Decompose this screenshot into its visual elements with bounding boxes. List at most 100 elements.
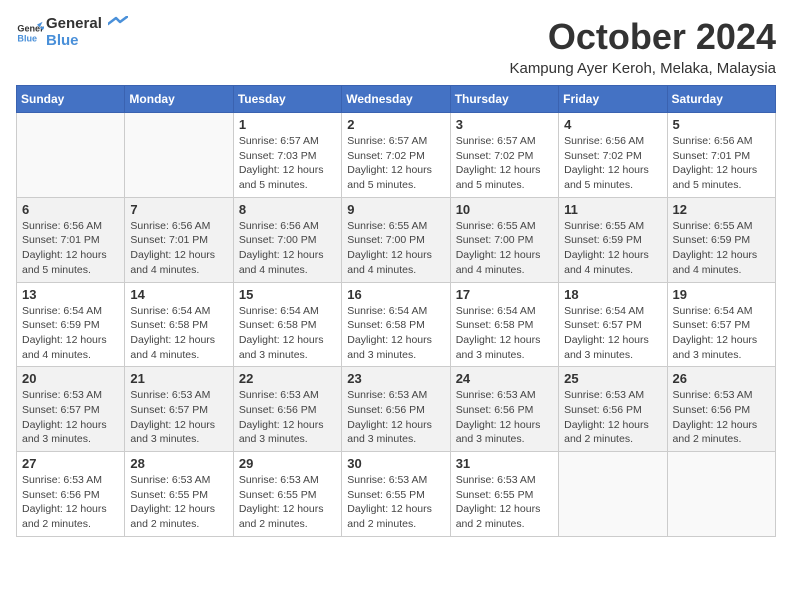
day-info: Sunrise: 6:56 AMSunset: 7:02 PMDaylight:… [564,134,661,193]
calendar-cell [125,113,233,198]
day-number: 23 [347,371,444,386]
day-info: Sunrise: 6:55 AMSunset: 6:59 PMDaylight:… [564,219,661,278]
header-sunday: Sunday [17,86,125,113]
day-info: Sunrise: 6:53 AMSunset: 6:56 PMDaylight:… [347,388,444,447]
day-info: Sunrise: 6:54 AMSunset: 6:59 PMDaylight:… [22,304,119,363]
day-number: 9 [347,202,444,217]
calendar-cell: 19Sunrise: 6:54 AMSunset: 6:57 PMDayligh… [667,282,775,367]
calendar-cell: 23 Sunrise: 6:53 AMSunset: 6:56 PMDayligh… [342,367,450,452]
day-number: 3 [456,117,553,132]
calendar-cell: 30Sunrise: 6:53 AMSunset: 6:55 PMDayligh… [342,452,450,537]
day-info: Sunrise: 6:54 AMSunset: 6:57 PMDaylight:… [564,304,661,363]
calendar-cell: 8 Sunrise: 6:56 AMSunset: 7:00 PMDaylight… [233,197,341,282]
header-row: SundayMondayTuesdayWednesdayThursdayFrid… [17,86,776,113]
day-number: 31 [456,456,553,471]
week-row-1: 6Sunrise: 6:56 AMSunset: 7:01 PMDaylight… [17,197,776,282]
calendar-cell: 5 Sunrise: 6:56 AMSunset: 7:01 PMDaylight… [667,113,775,198]
calendar-cell: 20 Sunrise: 6:53 AMSunset: 6:57 PMDayligh… [17,367,125,452]
logo-bird-icon [108,16,128,32]
day-number: 2 [347,117,444,132]
day-number: 20 [22,371,119,386]
day-number: 25 [564,371,661,386]
day-number: 10 [456,202,553,217]
week-row-4: 27Sunrise: 6:53 AMSunset: 6:56 PMDayligh… [17,452,776,537]
day-info: Sunrise: 6:57 AMSunset: 7:02 PMDaylight:… [347,134,444,193]
day-number: 6 [22,202,119,217]
day-number: 17 [456,287,553,302]
calendar-cell: 24 Sunrise: 6:53 AMSunset: 6:56 PMDayligh… [450,367,558,452]
calendar-cell: 17 Sunrise: 6:54 AMSunset: 6:58 PMDayligh… [450,282,558,367]
day-number: 15 [239,287,336,302]
calendar-cell: 14Sunrise: 6:54 AMSunset: 6:58 PMDayligh… [125,282,233,367]
day-info: Sunrise: 6:55 AMSunset: 6:59 PMDaylight:… [673,219,770,278]
day-info: Sunrise: 6:53 AMSunset: 6:56 PMDaylight:… [456,388,553,447]
calendar-cell: 25 Sunrise: 6:53 AMSunset: 6:56 PMDayligh… [559,367,667,452]
day-number: 5 [673,117,770,132]
day-info: Sunrise: 6:57 AMSunset: 7:03 PMDaylight:… [239,134,336,193]
calendar-cell: 28Sunrise: 6:53 AMSunset: 6:55 PMDayligh… [125,452,233,537]
day-number: 12 [673,202,770,217]
calendar-cell: 4Sunrise: 6:56 AMSunset: 7:02 PMDaylight… [559,113,667,198]
calendar-cell: 11 Sunrise: 6:55 AMSunset: 6:59 PMDayligh… [559,197,667,282]
day-number: 22 [239,371,336,386]
day-info: Sunrise: 6:56 AMSunset: 7:00 PMDaylight:… [239,219,336,278]
day-info: Sunrise: 6:54 AMSunset: 6:58 PMDaylight:… [456,304,553,363]
week-row-0: 1 Sunrise: 6:57 AMSunset: 7:03 PMDaylight… [17,113,776,198]
day-number: 30 [347,456,444,471]
day-info: Sunrise: 6:53 AMSunset: 6:56 PMDaylight:… [239,388,336,447]
day-number: 18 [564,287,661,302]
logo-blue: Blue [46,33,128,50]
week-row-2: 13 Sunrise: 6:54 AMSunset: 6:59 PMDayligh… [17,282,776,367]
day-number: 1 [239,117,336,132]
calendar-cell: 16 Sunrise: 6:54 AMSunset: 6:58 PMDayligh… [342,282,450,367]
header: General Blue General Blue October 2024 K… [16,16,776,77]
calendar-cell: 31 Sunrise: 6:53 AMSunset: 6:55 PMDayligh… [450,452,558,537]
day-number: 13 [22,287,119,302]
calendar-cell: 10 Sunrise: 6:55 AMSunset: 7:00 PMDayligh… [450,197,558,282]
header-wednesday: Wednesday [342,86,450,113]
calendar-table: SundayMondayTuesdayWednesdayThursdayFrid… [16,85,776,537]
day-info: Sunrise: 6:53 AMSunset: 6:57 PMDaylight:… [22,388,119,447]
calendar-cell [667,452,775,537]
logo-general: General [46,16,128,33]
day-info: Sunrise: 6:57 AMSunset: 7:02 PMDaylight:… [456,134,553,193]
day-info: Sunrise: 6:54 AMSunset: 6:58 PMDaylight:… [347,304,444,363]
week-row-3: 20 Sunrise: 6:53 AMSunset: 6:57 PMDayligh… [17,367,776,452]
day-info: Sunrise: 6:54 AMSunset: 6:58 PMDaylight:… [239,304,336,363]
header-saturday: Saturday [667,86,775,113]
header-thursday: Thursday [450,86,558,113]
header-tuesday: Tuesday [233,86,341,113]
calendar-header: SundayMondayTuesdayWednesdayThursdayFrid… [17,86,776,113]
day-info: Sunrise: 6:53 AMSunset: 6:55 PMDaylight:… [239,473,336,532]
day-number: 24 [456,371,553,386]
calendar-body: 1 Sunrise: 6:57 AMSunset: 7:03 PMDaylight… [17,113,776,537]
day-number: 21 [130,371,227,386]
day-number: 28 [130,456,227,471]
day-info: Sunrise: 6:53 AMSunset: 6:56 PMDaylight:… [673,388,770,447]
calendar-cell [17,113,125,198]
day-info: Sunrise: 6:54 AMSunset: 6:57 PMDaylight:… [673,304,770,363]
day-info: Sunrise: 6:53 AMSunset: 6:56 PMDaylight:… [564,388,661,447]
day-info: Sunrise: 6:56 AMSunset: 7:01 PMDaylight:… [673,134,770,193]
calendar-cell [559,452,667,537]
calendar-cell: 2 Sunrise: 6:57 AMSunset: 7:02 PMDaylight… [342,113,450,198]
header-monday: Monday [125,86,233,113]
calendar-cell: 15 Sunrise: 6:54 AMSunset: 6:58 PMDayligh… [233,282,341,367]
calendar-cell: 12 Sunrise: 6:55 AMSunset: 6:59 PMDayligh… [667,197,775,282]
day-number: 8 [239,202,336,217]
calendar-cell: 9 Sunrise: 6:55 AMSunset: 7:00 PMDaylight… [342,197,450,282]
month-title: October 2024 [509,16,776,58]
day-number: 27 [22,456,119,471]
day-number: 16 [347,287,444,302]
day-info: Sunrise: 6:55 AMSunset: 7:00 PMDaylight:… [347,219,444,278]
day-number: 14 [130,287,227,302]
day-info: Sunrise: 6:55 AMSunset: 7:00 PMDaylight:… [456,219,553,278]
calendar-cell: 13 Sunrise: 6:54 AMSunset: 6:59 PMDayligh… [17,282,125,367]
day-number: 29 [239,456,336,471]
day-number: 11 [564,202,661,217]
calendar-cell: 26Sunrise: 6:53 AMSunset: 6:56 PMDayligh… [667,367,775,452]
title-area: October 2024 Kampung Ayer Keroh, Melaka,… [509,16,776,77]
header-friday: Friday [559,86,667,113]
day-info: Sunrise: 6:53 AMSunset: 6:55 PMDaylight:… [456,473,553,532]
day-number: 7 [130,202,227,217]
